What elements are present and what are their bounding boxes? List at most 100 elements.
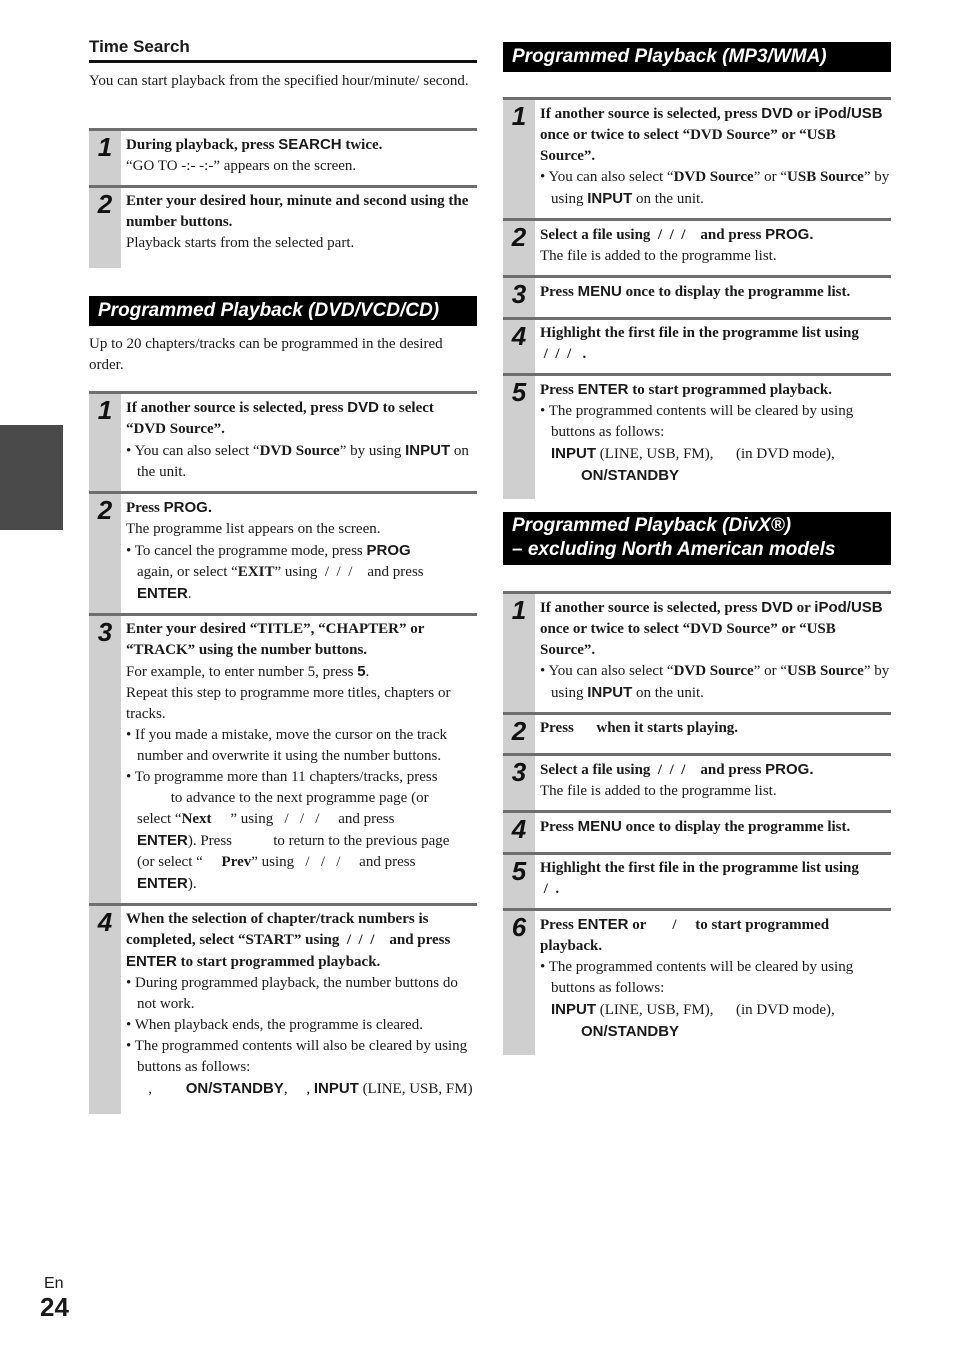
key-label: 5 (357, 663, 366, 680)
text: ). (187, 876, 197, 892)
step-number: 5 (503, 855, 535, 908)
text: ” by using (339, 443, 406, 459)
step-heading: If another source is selected, press (126, 400, 348, 416)
text: (LINE, USB, FM) (358, 1081, 473, 1097)
bullet-cont: ON/STANDBY (540, 1021, 891, 1043)
step-heading: to start programmed playback. (176, 954, 381, 970)
mp3-steps: 1 If another source is selected, press D… (503, 97, 891, 499)
bullet-cont: select “Next ” using / / / and press (126, 809, 477, 830)
step-text: The programme list appears on the screen… (126, 521, 381, 537)
step: 2 Enter your desired hour, minute and se… (89, 185, 477, 268)
step-heading: to start programmed playback. (628, 382, 832, 398)
text: USB Source (787, 663, 864, 679)
time-search-intro: You can start playback from the specifie… (89, 73, 469, 89)
step-heading: If another source is selected, press (540, 106, 762, 122)
bullet-cont: INPUT (LINE, USB, FM), (in DVD mode), (540, 443, 891, 465)
key-label: ENTER (137, 585, 188, 602)
text: on the unit. (632, 191, 704, 207)
text: DVD Source (673, 169, 754, 185)
key-label: INPUT (551, 445, 596, 462)
key-label: SEARCH (278, 136, 342, 153)
step-heading: once to display the programme list. (621, 284, 851, 300)
step: 4 When the selection of chapter/track nu… (89, 903, 477, 1114)
step-heading: once to display the programme list. (621, 819, 851, 835)
step-heading: During playback, press (126, 137, 279, 153)
step-heading: Enter your desired “TITLE”, “CHAPTER” or… (126, 621, 425, 658)
step-number: 3 (89, 616, 121, 903)
bullet: • When playback ends, the programme is c… (126, 1017, 423, 1033)
step-heading: Press (540, 917, 578, 933)
key-label: PROG. (765, 226, 814, 243)
step: 4 Highlight the first file in the progra… (503, 317, 891, 373)
step-number: 1 (89, 394, 121, 491)
step-number: 2 (503, 715, 535, 753)
step-heading: Highlight the first file in the programm… (540, 325, 859, 341)
bullet: • You can also select “DVD Source” or “U… (540, 167, 891, 210)
text: , , (283, 1081, 314, 1097)
text: DVD Source (673, 663, 754, 679)
text: ” using / / / and press (251, 854, 416, 870)
step-number: 4 (89, 906, 121, 1114)
text: ” or “ (753, 169, 788, 185)
divx-steps: 1 If another source is selected, press D… (503, 591, 891, 1055)
time-search-title: Time Search (89, 37, 477, 63)
step-heading: once or twice to select “DVD Source” or … (540, 127, 836, 164)
step-heading: Press (126, 500, 164, 516)
key-label: ENTER (126, 953, 177, 970)
step-heading: If another source is selected, press (540, 600, 762, 616)
step: 1 If another source is selected, press D… (503, 591, 891, 712)
key-label: DVD (761, 105, 793, 122)
text: . (187, 586, 192, 602)
text: (or select “ (137, 854, 222, 870)
step-number: 5 (503, 376, 535, 499)
key-label: ENTER (577, 381, 629, 398)
bullet-cont: ON/STANDBY (540, 465, 891, 487)
step-heading: or (792, 106, 815, 122)
mp3-section-title: Programmed Playback (MP3/WMA) (503, 42, 891, 72)
key-label: iPod/USB (814, 105, 883, 122)
step: 1 If another source is selected, press D… (503, 97, 891, 218)
step-heading: or (792, 600, 815, 616)
key-label: ON/STANDBY (581, 1023, 680, 1040)
step: 3 Select a file using / / / and press PR… (503, 753, 891, 810)
text: • You can also select “ (126, 443, 260, 459)
step-heading: Press when it starts playing. (540, 720, 739, 736)
key-label: MENU (577, 818, 622, 835)
page-number: 24 (40, 1292, 69, 1322)
key-label: PROG. (765, 761, 814, 778)
key-label: DVD (347, 399, 379, 416)
page-language: En (44, 1275, 64, 1292)
step: 3 Press MENU once to display the program… (503, 275, 891, 317)
key-label: ENTER (137, 832, 188, 849)
key-label: INPUT (587, 190, 633, 207)
bullet: • The programmed contents will be cleare… (540, 959, 854, 996)
time-search-steps: 1 During playback, press SEARCH twice. “… (89, 128, 477, 268)
text: Next (181, 811, 212, 827)
step: 3 Enter your desired “TITLE”, “CHAPTER” … (89, 613, 477, 903)
step: 4 Press MENU once to display the program… (503, 810, 891, 852)
step-text: The file is added to the programme list. (540, 248, 777, 264)
step-text: “GO TO -:- -:-” appears on the screen. (126, 158, 357, 174)
step-number: 3 (503, 756, 535, 810)
section-thumb-tab (0, 425, 63, 530)
key-label: DVD (761, 599, 793, 616)
key-label: INPUT (313, 1080, 359, 1097)
step: 2 Press when it starts playing. (503, 712, 891, 753)
bullet-cont: to advance to the next programme page (o… (137, 790, 429, 806)
step-heading: twice. (341, 137, 383, 153)
dvd-section-title: Programmed Playback (DVD/VCD/CD) (89, 296, 477, 326)
step-text: The file is added to the programme list. (540, 783, 777, 799)
step-heading: When the selection of chapter/track numb… (126, 911, 455, 948)
divx-section-title: Programmed Playback (DivX®) – excluding … (503, 512, 891, 565)
step-number: 4 (503, 813, 535, 852)
title-line: – excluding North American models (512, 539, 836, 560)
bullet: • During programmed playback, the number… (126, 975, 458, 1012)
title-line: Programmed Playback (DivX®) (512, 515, 792, 536)
bullet-cont: ENTER). (126, 873, 477, 895)
step-number: 1 (89, 131, 121, 185)
text: • You can also select “ (540, 169, 674, 185)
text: (LINE, USB, FM), (in DVD mode), (596, 446, 835, 462)
step-number: 3 (503, 278, 535, 317)
step-heading: Select a file using / / / and press (540, 762, 766, 778)
key-label: MENU (577, 283, 622, 300)
